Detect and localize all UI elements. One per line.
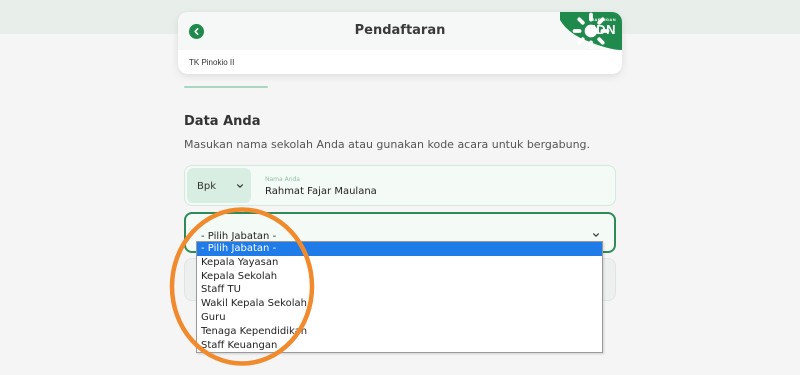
progress-indicator (184, 86, 268, 88)
jabatan-option[interactable]: Guru (197, 311, 602, 325)
section-description: Masukan nama sekolah Anda atau gunakan k… (184, 138, 591, 151)
jabatan-option[interactable]: Wakil Kepala Sekolah (197, 297, 602, 311)
jabatan-option[interactable]: Kepala Yayasan (197, 256, 602, 270)
page-title: Pendaftaran (354, 23, 446, 38)
jabatan-option[interactable]: Kepala Sekolah (197, 270, 602, 284)
brand-name: IDN (592, 22, 616, 37)
salutation-select[interactable]: Bpk (187, 168, 251, 203)
jabatan-option[interactable]: Staff Keuangan (197, 339, 602, 353)
chevron-down-icon (593, 233, 599, 237)
school-name: TK Pinokio II (189, 58, 235, 67)
name-field-row: Bpk Nama Anda Rahmat Fajar Maulana (184, 165, 616, 206)
name-field-label: Nama Anda (265, 176, 300, 183)
chevron-down-icon (237, 184, 243, 188)
jabatan-dropdown-list: - Pilih Jabatan - Kepala Yayasan Kepala … (196, 241, 603, 353)
salutation-value: Bpk (197, 181, 216, 192)
jabatan-option[interactable]: - Pilih Jabatan - (197, 242, 602, 256)
header-card: Pendaftaran JARINGAN IDN TK Pinokio II (178, 12, 622, 74)
jabatan-option[interactable]: Tenaga Kependidikan (197, 325, 602, 339)
brand-logo: JARINGAN IDN (560, 12, 622, 50)
jabatan-option[interactable]: Staff TU (197, 283, 602, 297)
name-input[interactable]: Rahmat Fajar Maulana (265, 186, 377, 197)
section-title: Data Anda (184, 114, 261, 129)
